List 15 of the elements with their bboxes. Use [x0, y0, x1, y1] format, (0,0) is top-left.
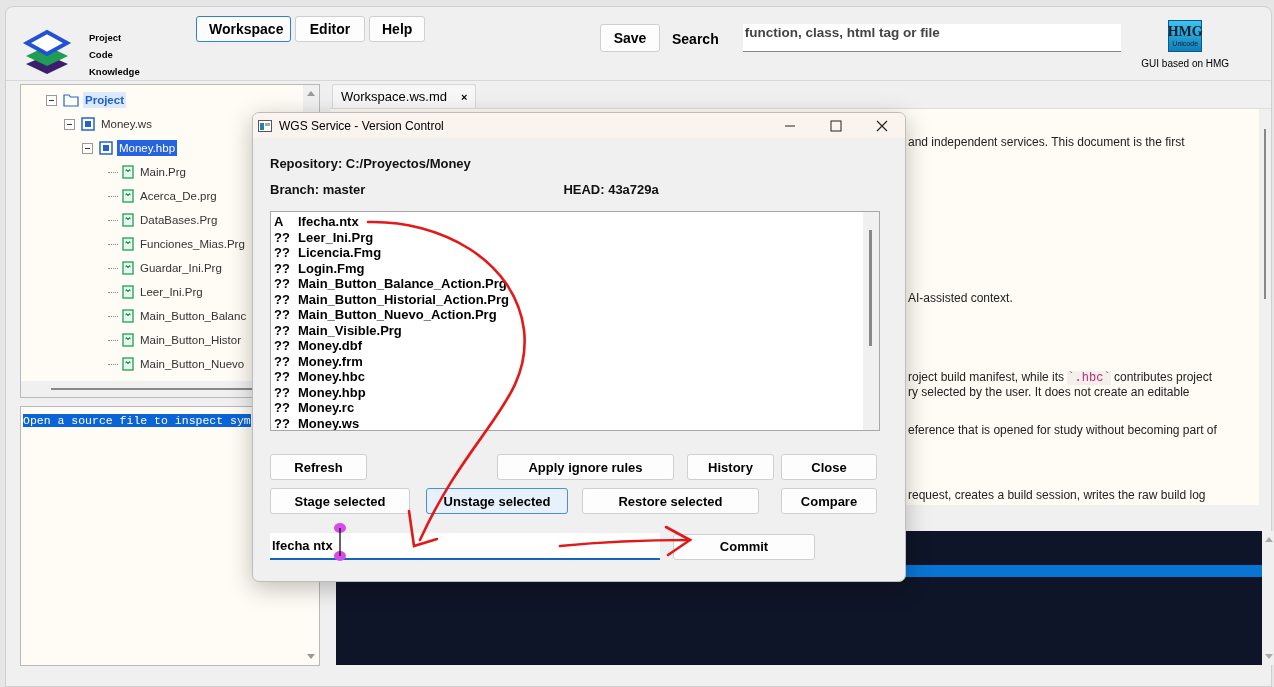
- logo-caption: GUI based on HMG: [1141, 58, 1230, 69]
- paragraph-text: and independent services. This document is the first: [908, 135, 1186, 149]
- status-message: Open a source file to inspect sym: [23, 414, 251, 427]
- branch-label: Branch: master: [270, 182, 366, 197]
- paragraph-text: request, creates a build session, writes the raw build log: [908, 488, 1207, 502]
- paragraph-text: ry selected by the user. It does not create an editable: [908, 385, 1191, 399]
- brand-text: Project: [89, 31, 123, 45]
- brand-text: Knowledge: [89, 65, 141, 79]
- search-label: Search: [672, 31, 719, 47]
- head-label: HEAD: 43a729a: [563, 182, 659, 197]
- repository-label: Repository: C:/Proyectos/Money: [270, 156, 472, 171]
- paragraph-text: AI-assisted context.: [908, 291, 1014, 305]
- paragraph-text: eference that is opened for study without becoming part of: [908, 423, 1218, 437]
- brand-text: Code: [89, 48, 114, 62]
- window-title: WGS Service - Version Control: [279, 118, 445, 133]
